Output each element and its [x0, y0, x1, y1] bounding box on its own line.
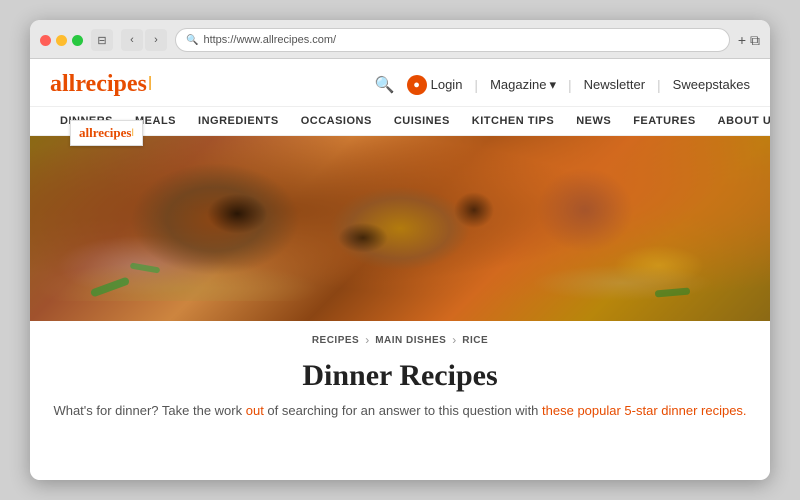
logo-spoon: ǀ — [148, 73, 152, 96]
user-icon: ● — [407, 75, 427, 95]
forward-button[interactable]: › — [145, 29, 167, 51]
page-description: What's for dinner? Take the work out of … — [50, 401, 750, 421]
address-bar[interactable]: 🔍 https://www.allrecipes.com/ — [175, 28, 730, 52]
magazine-arrow-icon: ▾ — [549, 77, 556, 93]
desc-link-out[interactable]: out — [246, 403, 264, 418]
logo-main-text: allrecipes — [50, 71, 147, 98]
new-tab-button[interactable]: + — [738, 32, 746, 49]
search-icon: 🔍 — [375, 77, 395, 94]
logo-container: allrecipesǀ — [50, 71, 152, 98]
site-header: allrecipesǀ 🔍 ● Login | Magazine ▾ | New… — [30, 63, 770, 107]
divider-1: | — [474, 77, 478, 93]
hero-bg — [30, 136, 770, 321]
browser-actions: + ⧉ — [738, 32, 760, 49]
address-search-icon: 🔍 — [186, 35, 198, 46]
login-label: Login — [431, 77, 463, 92]
back-button[interactable]: ‹ — [121, 29, 143, 51]
breadcrumb-sep-2: › — [452, 333, 456, 347]
breadcrumb-sep-1: › — [365, 333, 369, 347]
maximize-button[interactable] — [72, 35, 83, 46]
page-title: Dinner Recipes — [50, 359, 750, 393]
magazine-label: Magazine — [490, 77, 546, 92]
breadcrumb: RECIPES › MAIN DISHES › RICE — [30, 321, 770, 359]
search-button[interactable]: 🔍 — [375, 75, 395, 95]
badge-logo-mark: ǀ — [131, 127, 133, 139]
breadcrumb-main-dishes[interactable]: MAIN DISHES — [375, 335, 446, 346]
page-content: Dinner Recipes What's for dinner? Take t… — [30, 359, 770, 431]
nav-about-us[interactable]: ABOUT US — [708, 107, 770, 135]
site-logo[interactable]: allrecipesǀ — [50, 71, 152, 98]
url-text: https://www.allrecipes.com/ — [203, 34, 336, 46]
traffic-lights — [40, 35, 83, 46]
hero-image — [30, 136, 770, 321]
browser-chrome: ⊟ ‹ › 🔍 https://www.allrecipes.com/ + ⧉ — [30, 20, 770, 59]
nav-buttons: ‹ › — [121, 29, 167, 51]
login-button[interactable]: ● Login — [407, 75, 463, 95]
logo-badge: allrecipesǀ — [70, 120, 143, 146]
nav-kitchen-tips[interactable]: KITCHEN TIPS — [462, 107, 564, 135]
magazine-button[interactable]: Magazine ▾ — [490, 77, 556, 93]
tab-icon[interactable]: ⊟ — [91, 29, 113, 51]
breadcrumb-rice[interactable]: RICE — [462, 335, 488, 346]
divider-3: | — [657, 77, 661, 93]
minimize-button[interactable] — [56, 35, 67, 46]
browser-window: ⊟ ‹ › 🔍 https://www.allrecipes.com/ + ⧉ … — [30, 20, 770, 480]
website-content: allrecipesǀ allrecipesǀ 🔍 ● Login | Maga — [30, 59, 770, 480]
breadcrumb-recipes[interactable]: RECIPES — [312, 335, 359, 346]
nav-cuisines[interactable]: CUISINES — [384, 107, 460, 135]
nav-news[interactable]: NEWS — [566, 107, 621, 135]
nav-ingredients[interactable]: INGREDIENTS — [188, 107, 289, 135]
header-actions: 🔍 ● Login | Magazine ▾ | Newsletter | Sw… — [375, 75, 750, 95]
desc-link-these[interactable]: these popular 5-star dinner recipes. — [542, 403, 747, 418]
divider-2: | — [568, 77, 572, 93]
newsletter-link[interactable]: Newsletter — [584, 77, 645, 92]
copy-button[interactable]: ⧉ — [750, 32, 760, 49]
nav-occasions[interactable]: OCCASIONS — [291, 107, 382, 135]
sweepstakes-link[interactable]: Sweepstakes — [673, 77, 750, 92]
badge-logo-text: allrecipes — [79, 125, 131, 141]
nav-features[interactable]: FEATURES — [623, 107, 705, 135]
close-button[interactable] — [40, 35, 51, 46]
